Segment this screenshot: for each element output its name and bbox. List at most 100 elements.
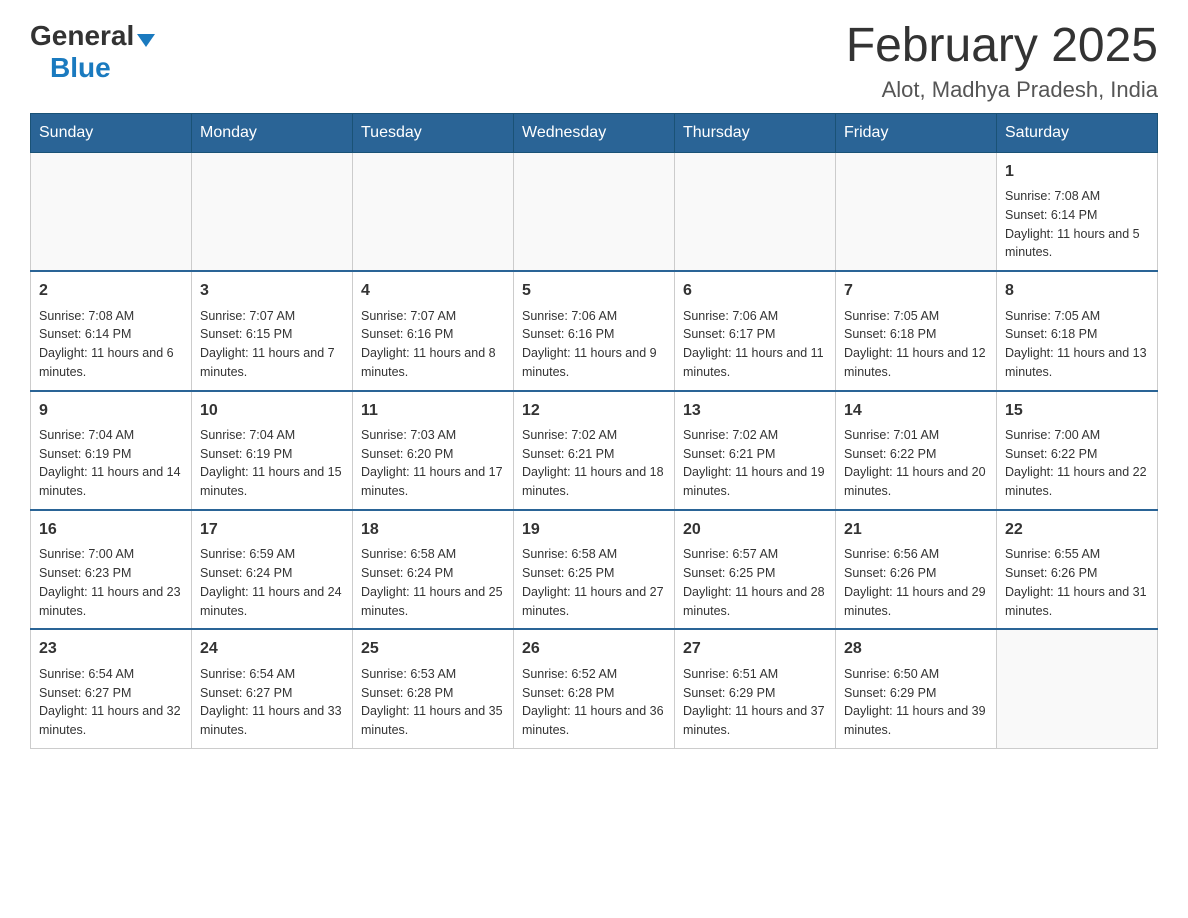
calendar-cell: 19 Sunrise: 6:58 AMSunset: 6:25 PMDayligh… [514,510,675,629]
calendar-cell [514,152,675,271]
calendar-cell: 21 Sunrise: 6:56 AMSunset: 6:26 PMDayligh… [836,510,997,629]
day-number: 27 [683,638,827,660]
day-number: 10 [200,400,344,422]
day-info: Sunrise: 6:54 AMSunset: 6:27 PMDaylight:… [200,665,344,740]
day-header-saturday: Saturday [997,113,1158,152]
day-header-monday: Monday [192,113,353,152]
day-info: Sunrise: 6:54 AMSunset: 6:27 PMDaylight:… [39,665,183,740]
day-info: Sunrise: 7:08 AMSunset: 6:14 PMDaylight:… [1005,187,1149,262]
calendar-week-4: 16 Sunrise: 7:00 AMSunset: 6:23 PMDayligh… [31,510,1158,629]
calendar-cell: 13Sunrise: 7:02 AMSunset: 6:21 PMDayligh… [675,391,836,510]
day-number: 7 [844,280,988,302]
day-number: 16 [39,519,183,541]
day-number: 26 [522,638,666,660]
calendar-cell: 25 Sunrise: 6:53 AMSunset: 6:28 PMDayligh… [353,629,514,748]
calendar-cell: 17 Sunrise: 6:59 AMSunset: 6:24 PMDayligh… [192,510,353,629]
calendar-cell: 26 Sunrise: 6:52 AMSunset: 6:28 PMDayligh… [514,629,675,748]
page-header: General Blue February 2025 Alot, Madhya … [30,20,1158,103]
day-number: 21 [844,519,988,541]
day-number: 25 [361,638,505,660]
calendar-cell: 18Sunrise: 6:58 AMSunset: 6:24 PMDayligh… [353,510,514,629]
day-number: 15 [1005,400,1149,422]
calendar-cell: 12 Sunrise: 7:02 AMSunset: 6:21 PMDayligh… [514,391,675,510]
calendar-cell [192,152,353,271]
day-info: Sunrise: 7:06 AMSunset: 6:16 PMDaylight:… [522,307,666,382]
calendar-cell [353,152,514,271]
month-title: February 2025 [846,20,1158,73]
calendar-cell: 7 Sunrise: 7:05 AMSunset: 6:18 PMDaylight… [836,271,997,390]
location-title: Alot, Madhya Pradesh, India [846,77,1158,103]
calendar-cell: 9 Sunrise: 7:04 AMSunset: 6:19 PMDaylight… [31,391,192,510]
calendar-cell: 6 Sunrise: 7:06 AMSunset: 6:17 PMDaylight… [675,271,836,390]
calendar-cell: 4 Sunrise: 7:07 AMSunset: 6:16 PMDaylight… [353,271,514,390]
day-info: Sunrise: 6:58 AMSunset: 6:25 PMDaylight:… [522,545,666,620]
calendar-cell: 3Sunrise: 7:07 AMSunset: 6:15 PMDaylight… [192,271,353,390]
day-number: 2 [39,280,183,302]
day-info: Sunrise: 7:04 AMSunset: 6:19 PMDaylight:… [39,426,183,501]
calendar-cell: 1Sunrise: 7:08 AMSunset: 6:14 PMDaylight… [997,152,1158,271]
day-header-wednesday: Wednesday [514,113,675,152]
day-info: Sunrise: 6:52 AMSunset: 6:28 PMDaylight:… [522,665,666,740]
day-number: 5 [522,280,666,302]
day-number: 19 [522,519,666,541]
day-info: Sunrise: 7:03 AMSunset: 6:20 PMDaylight:… [361,426,505,501]
calendar-header-row: SundayMondayTuesdayWednesdayThursdayFrid… [31,113,1158,152]
day-info: Sunrise: 7:02 AMSunset: 6:21 PMDaylight:… [522,426,666,501]
day-number: 12 [522,400,666,422]
title-area: February 2025 Alot, Madhya Pradesh, Indi… [846,20,1158,103]
calendar-week-5: 23Sunrise: 6:54 AMSunset: 6:27 PMDayligh… [31,629,1158,748]
day-number: 11 [361,400,505,422]
day-info: Sunrise: 6:51 AMSunset: 6:29 PMDaylight:… [683,665,827,740]
calendar-cell: 27 Sunrise: 6:51 AMSunset: 6:29 PMDayligh… [675,629,836,748]
calendar-cell: 16 Sunrise: 7:00 AMSunset: 6:23 PMDayligh… [31,510,192,629]
day-number: 4 [361,280,505,302]
calendar-cell [836,152,997,271]
day-info: Sunrise: 7:05 AMSunset: 6:18 PMDaylight:… [844,307,988,382]
day-info: Sunrise: 6:55 AMSunset: 6:26 PMDaylight:… [1005,545,1149,620]
calendar-cell [997,629,1158,748]
day-number: 13 [683,400,827,422]
day-header-sunday: Sunday [31,113,192,152]
day-number: 9 [39,400,183,422]
day-info: Sunrise: 7:04 AMSunset: 6:19 PMDaylight:… [200,426,344,501]
day-number: 24 [200,638,344,660]
calendar-cell [675,152,836,271]
logo-arrow-icon [137,34,155,47]
calendar-week-3: 9 Sunrise: 7:04 AMSunset: 6:19 PMDaylight… [31,391,1158,510]
day-info: Sunrise: 7:06 AMSunset: 6:17 PMDaylight:… [683,307,827,382]
day-number: 14 [844,400,988,422]
day-info: Sunrise: 6:56 AMSunset: 6:26 PMDaylight:… [844,545,988,620]
day-info: Sunrise: 6:57 AMSunset: 6:25 PMDaylight:… [683,545,827,620]
day-info: Sunrise: 6:50 AMSunset: 6:29 PMDaylight:… [844,665,988,740]
calendar-cell: 28 Sunrise: 6:50 AMSunset: 6:29 PMDayligh… [836,629,997,748]
calendar-cell: 15 Sunrise: 7:00 AMSunset: 6:22 PMDayligh… [997,391,1158,510]
day-header-friday: Friday [836,113,997,152]
day-number: 18 [361,519,505,541]
day-number: 17 [200,519,344,541]
day-header-tuesday: Tuesday [353,113,514,152]
calendar-cell: 5 Sunrise: 7:06 AMSunset: 6:16 PMDaylight… [514,271,675,390]
calendar-week-2: 2 Sunrise: 7:08 AMSunset: 6:14 PMDaylight… [31,271,1158,390]
calendar-cell: 22 Sunrise: 6:55 AMSunset: 6:26 PMDayligh… [997,510,1158,629]
day-number: 28 [844,638,988,660]
logo-general: General [30,20,134,52]
calendar-cell: 10 Sunrise: 7:04 AMSunset: 6:19 PMDayligh… [192,391,353,510]
calendar-cell [31,152,192,271]
calendar-cell: 11 Sunrise: 7:03 AMSunset: 6:20 PMDayligh… [353,391,514,510]
calendar-cell: 8 Sunrise: 7:05 AMSunset: 6:18 PMDaylight… [997,271,1158,390]
day-info: Sunrise: 7:08 AMSunset: 6:14 PMDaylight:… [39,307,183,382]
day-info: Sunrise: 7:07 AMSunset: 6:16 PMDaylight:… [361,307,505,382]
day-info: Sunrise: 7:00 AMSunset: 6:22 PMDaylight:… [1005,426,1149,501]
day-number: 8 [1005,280,1149,302]
day-number: 6 [683,280,827,302]
day-info: Sunrise: 6:53 AMSunset: 6:28 PMDaylight:… [361,665,505,740]
calendar-cell: 24 Sunrise: 6:54 AMSunset: 6:27 PMDayligh… [192,629,353,748]
calendar-table: SundayMondayTuesdayWednesdayThursdayFrid… [30,113,1158,749]
day-info: Sunrise: 7:05 AMSunset: 6:18 PMDaylight:… [1005,307,1149,382]
day-number: 22 [1005,519,1149,541]
day-info: Sunrise: 7:00 AMSunset: 6:23 PMDaylight:… [39,545,183,620]
calendar-cell: 2 Sunrise: 7:08 AMSunset: 6:14 PMDaylight… [31,271,192,390]
logo-blue: Blue [50,52,111,84]
logo: General Blue [30,20,155,84]
day-info: Sunrise: 6:59 AMSunset: 6:24 PMDaylight:… [200,545,344,620]
